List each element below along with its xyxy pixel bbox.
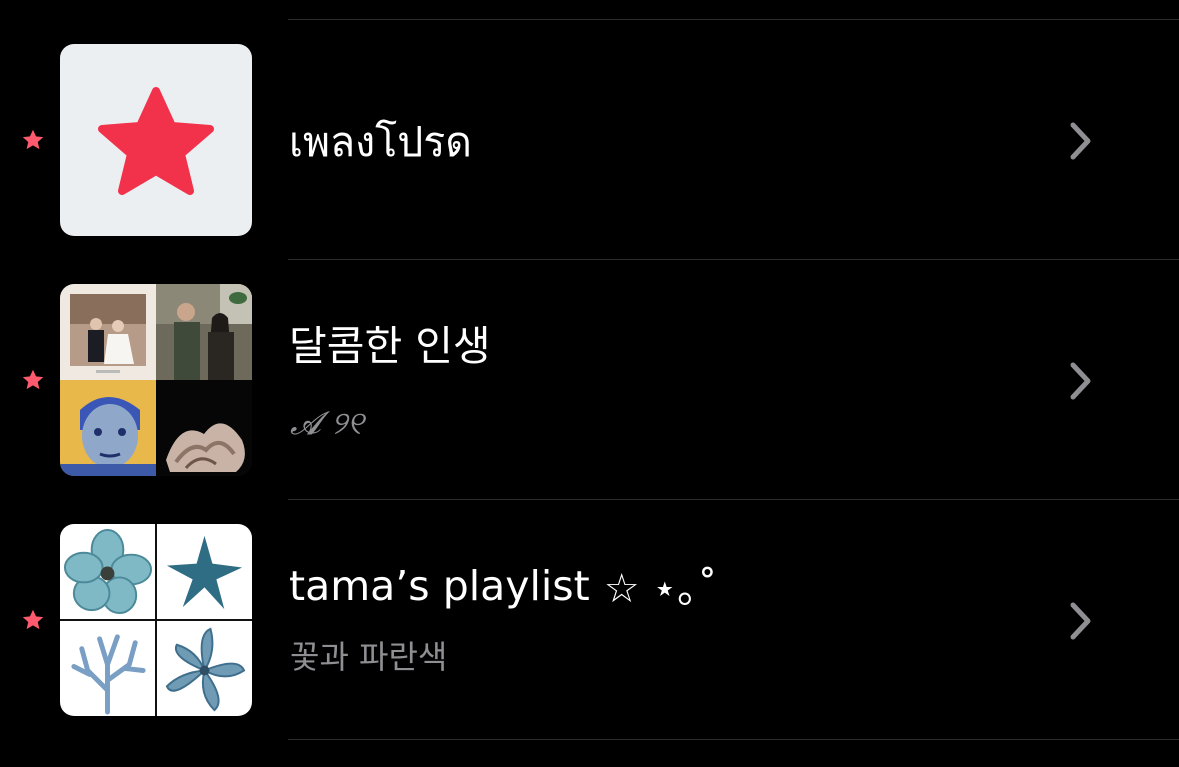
chevron-right-icon xyxy=(1070,362,1091,400)
playlist-title: tama’s playlist ☆ ⋆｡˚ xyxy=(289,562,717,613)
hibiscus-image xyxy=(60,524,155,619)
chevron-right-icon xyxy=(1070,122,1091,160)
wedding-photo-image xyxy=(60,284,156,380)
shells-photo-image xyxy=(156,380,252,476)
playlist-row-tamas-playlist[interactable]: tama’s playlist ☆ ⋆｡˚ 꽃과 파란색 xyxy=(0,500,1179,740)
star-icon xyxy=(98,87,214,195)
lily-image xyxy=(157,621,252,716)
chevron-right-icon xyxy=(1070,602,1091,640)
starred-marker-icon xyxy=(22,129,44,150)
playlist-subtitle: 꽃과 파란색 xyxy=(290,638,448,676)
starred-marker-icon xyxy=(22,609,44,630)
coral-image xyxy=(60,621,155,716)
separator xyxy=(288,739,1179,740)
playlist-subtitle: 𝓐 ୨୧ xyxy=(290,404,364,442)
photo-collage-artwork xyxy=(60,284,252,476)
playlist-title: เพลงโปรด xyxy=(289,118,472,166)
starred-marker-icon xyxy=(22,369,44,390)
title-decoration: ☆ ⋆｡˚ xyxy=(603,566,718,612)
playlist-title-text: tama’s playlist xyxy=(289,562,590,610)
starfish-image xyxy=(157,524,252,619)
blue-flowers-collage-artwork xyxy=(60,524,252,716)
painted-portrait-image xyxy=(60,380,156,476)
playlist-row-favorites[interactable]: เพลงโปรด xyxy=(0,20,1179,260)
playlist-title: 달콤한 인생 xyxy=(289,322,491,370)
couple-photo-image xyxy=(156,284,252,380)
favorites-star-artwork xyxy=(60,44,252,236)
playlist-row-sweet-life[interactable]: 달콤한 인생 𝓐 ୨୧ xyxy=(0,260,1179,500)
